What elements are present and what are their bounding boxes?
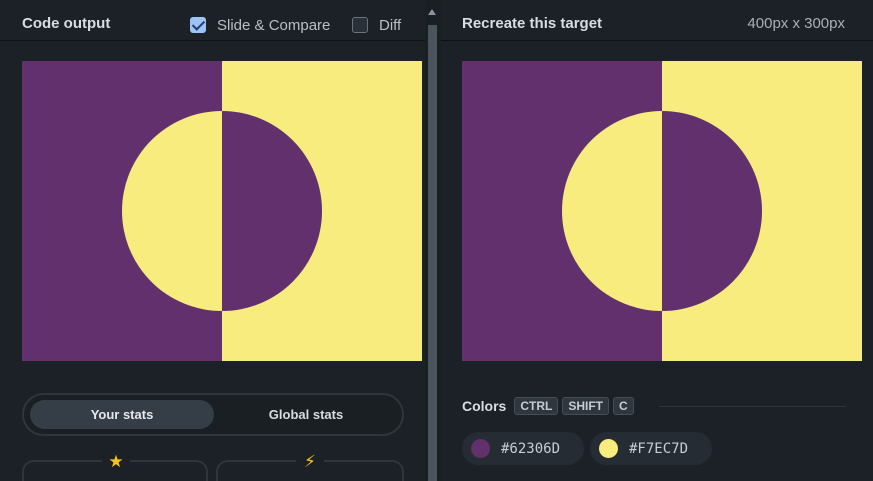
divider-scrollbar-thumb[interactable] (428, 25, 437, 481)
panel-resize-divider[interactable] (425, 0, 441, 481)
star-icon: ★ (102, 451, 130, 473)
global-stats-tab[interactable]: Global stats (214, 400, 398, 429)
code-output-panel: Code output Slide & Compare Diff Your st… (0, 0, 425, 481)
stat-card-score: ★ (22, 451, 208, 481)
code-output-title: Code output (22, 15, 111, 32)
code-output-header: Code output Slide & Compare Diff (0, 9, 425, 41)
your-stats-tab[interactable]: Your stats (30, 400, 214, 429)
diff-toggle[interactable]: Diff (352, 16, 401, 34)
slide-compare-checkbox[interactable] (190, 17, 206, 33)
bolt-icon: ⚡ (296, 451, 324, 473)
target-header: Recreate this target 400px x 300px (441, 9, 873, 41)
slide-compare-toggle[interactable]: Slide & Compare (190, 16, 330, 34)
target-canvas (462, 61, 862, 361)
color-code-yellow: #F7EC7D (629, 440, 689, 457)
color-dot-purple (471, 439, 490, 458)
color-swatch-yellow[interactable]: #F7EC7D (590, 432, 712, 465)
stat-card-speed: ⚡ (216, 451, 404, 481)
color-code-purple: #62306D (501, 440, 561, 457)
target-dimensions: 400px x 300px (747, 15, 845, 32)
target-title: Recreate this target (462, 15, 603, 32)
color-swatch-purple[interactable]: #62306D (462, 432, 584, 465)
slide-compare-label: Slide & Compare (217, 16, 331, 34)
color-dot-yellow (599, 439, 618, 458)
diff-label: Diff (379, 16, 402, 34)
code-output-canvas[interactable] (22, 61, 422, 361)
stats-toggle: Your stats Global stats (22, 393, 404, 436)
scroll-up-arrow-icon[interactable] (428, 9, 436, 15)
diff-checkbox[interactable] (352, 17, 368, 33)
